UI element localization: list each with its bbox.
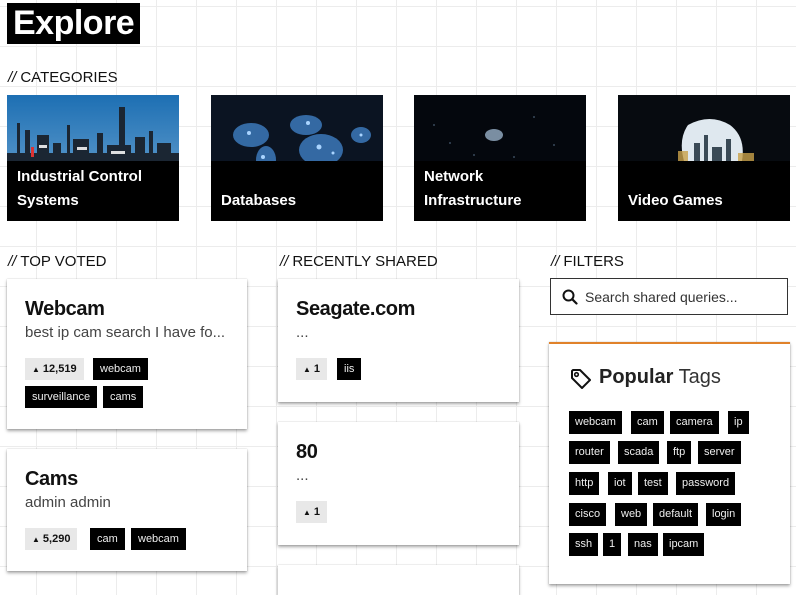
vote-badge[interactable]: ▲ 1 (296, 501, 328, 523)
query-tag[interactable]: iis (337, 358, 362, 380)
category-label: Video Games (628, 192, 723, 209)
popular-tag[interactable]: server (698, 441, 741, 464)
category-card-industrial-control-systems[interactable]: Industrial Control Systems (7, 95, 179, 221)
popular-tag[interactable]: default (653, 503, 699, 526)
search-box[interactable] (550, 278, 788, 315)
top-voted-heading: //TOP VOTED (8, 253, 107, 270)
popular-tag[interactable]: ip (728, 411, 749, 434)
popular-tag[interactable]: nas (628, 533, 658, 556)
popular-tag[interactable]: camera (670, 411, 719, 434)
query-description: ... (296, 324, 309, 341)
popular-tag[interactable]: ftp (667, 441, 692, 464)
popular-tag[interactable]: http (569, 472, 600, 495)
popular-tag[interactable]: webcam (569, 411, 622, 434)
query-card-80[interactable]: 80 ... ▲ 1 (278, 422, 519, 545)
tag-icon (571, 369, 591, 389)
query-title[interactable]: Seagate.com (296, 298, 415, 321)
page-title: Explore (7, 3, 141, 44)
upvote-arrow-icon: ▲ (303, 508, 311, 517)
popular-tag[interactable]: web (615, 503, 648, 526)
upvote-arrow-icon: ▲ (32, 535, 40, 544)
categories-heading: //CATEGORIES (8, 69, 118, 86)
popular-tag[interactable]: 1 (603, 533, 622, 556)
query-tag[interactable]: webcam (93, 358, 148, 380)
vote-badge[interactable]: ▲ 5,290 (25, 528, 78, 550)
popular-tag[interactable]: login (706, 503, 742, 526)
query-description: ... (296, 467, 309, 484)
popular-tag[interactable]: test (638, 472, 668, 495)
popular-tag[interactable]: ssh (569, 533, 599, 556)
query-description: admin admin (25, 494, 111, 511)
popular-tag[interactable]: cam (631, 411, 664, 434)
category-card-network-infrastructure[interactable]: Network Infrastructure (414, 95, 586, 221)
recently-shared-heading: //RECENTLY SHARED (280, 253, 438, 270)
category-card-databases[interactable]: Databases (211, 95, 383, 221)
query-card-webcam[interactable]: Webcam best ip cam search I have fo... ▲… (7, 279, 247, 429)
search-icon (562, 289, 578, 305)
vote-badge[interactable]: ▲ 12,519 (25, 358, 84, 380)
query-card-partial[interactable] (278, 565, 519, 595)
upvote-arrow-icon: ▲ (303, 365, 311, 374)
query-card-seagate[interactable]: Seagate.com ... ▲ 1 iis (278, 279, 519, 402)
popular-tags-panel: Popular Tags webcam cam camera ip router… (549, 342, 790, 584)
category-label: Databases (221, 192, 297, 209)
query-tag[interactable]: cams (103, 386, 144, 408)
popular-tag[interactable]: scada (618, 441, 660, 464)
category-label: Industrial Control Systems (17, 168, 142, 209)
search-input[interactable] (585, 279, 781, 314)
popular-tag[interactable]: ipcam (663, 533, 705, 556)
vote-badge[interactable]: ▲ 1 (296, 358, 328, 380)
query-tag[interactable]: cam (90, 528, 125, 550)
popular-tag[interactable]: password (676, 472, 736, 495)
popular-tag[interactable]: router (569, 441, 610, 464)
query-tag[interactable]: webcam (131, 528, 186, 550)
popular-tags-heading: Popular Tags (599, 366, 721, 388)
query-title[interactable]: Webcam (25, 298, 105, 321)
query-card-cams[interactable]: Cams admin admin ▲ 5,290 cam webcam (7, 449, 247, 571)
query-title[interactable]: 80 (296, 441, 318, 464)
category-label: Network Infrastructure (424, 168, 522, 209)
filters-heading: //FILTERS (551, 253, 624, 270)
popular-tag[interactable]: cisco (569, 503, 607, 526)
query-tag[interactable]: surveillance (25, 386, 98, 408)
upvote-arrow-icon: ▲ (32, 365, 40, 374)
category-card-video-games[interactable]: Video Games (618, 95, 790, 221)
query-description: best ip cam search I have fo... (25, 324, 226, 341)
query-title[interactable]: Cams (25, 468, 78, 491)
popular-tag[interactable]: iot (608, 472, 632, 495)
